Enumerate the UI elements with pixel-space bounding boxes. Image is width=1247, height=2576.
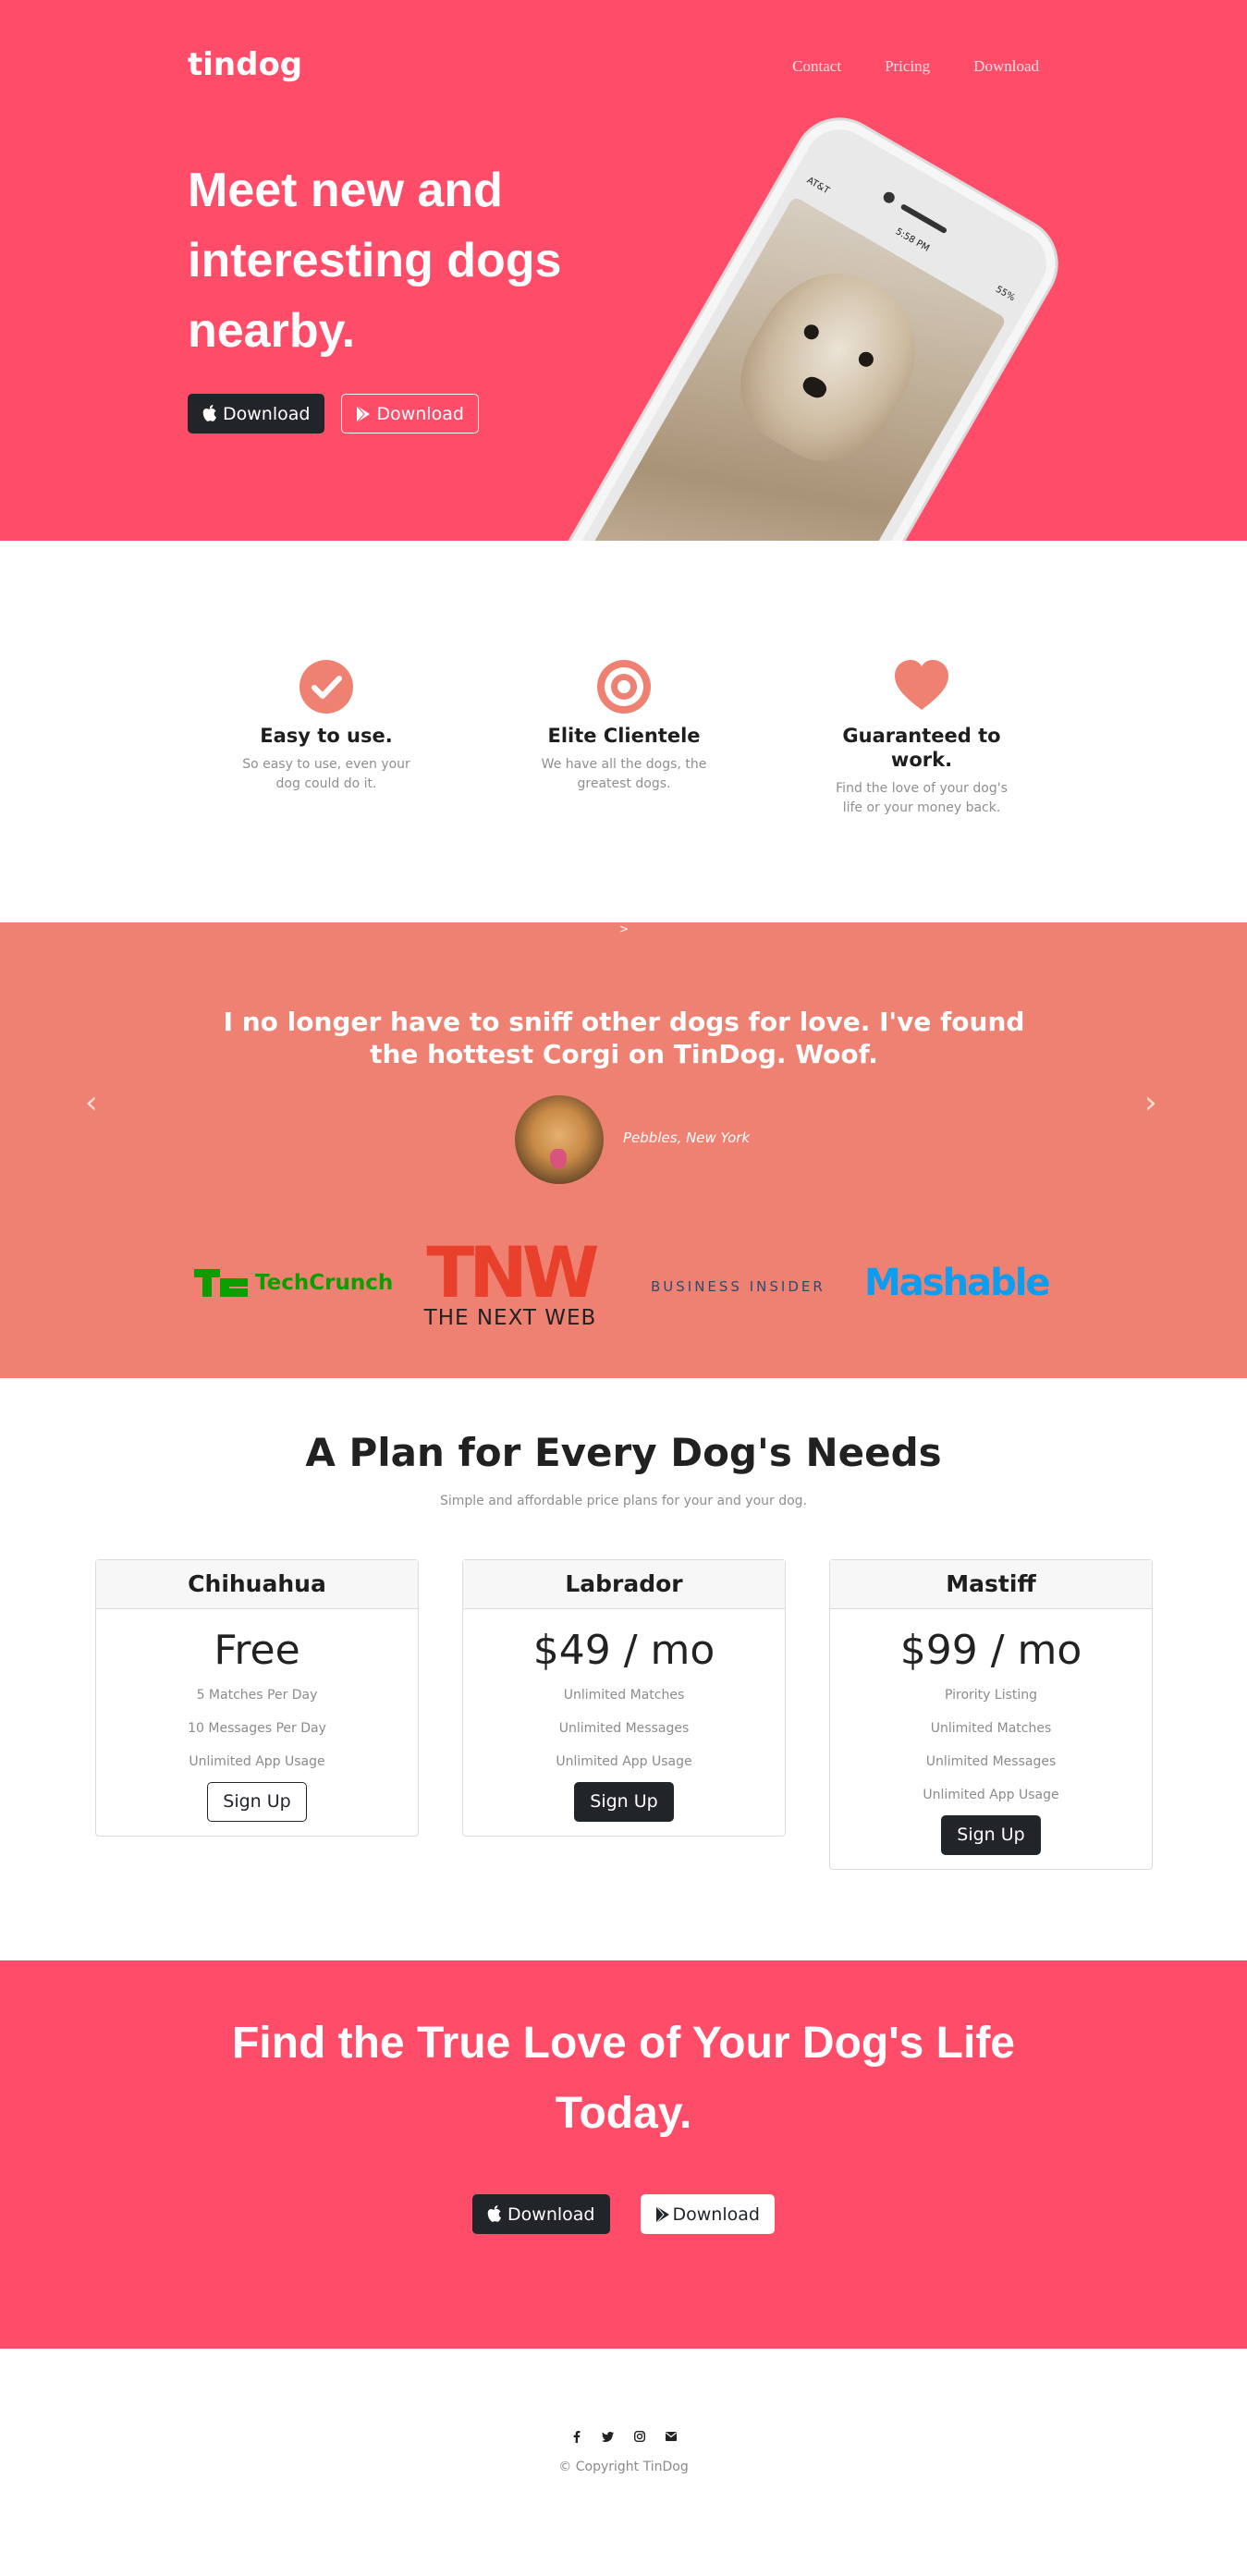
dog-nose	[800, 372, 830, 402]
plan-name: Mastiff	[830, 1560, 1152, 1609]
features-section: Easy to use. So easy to use, even your d…	[0, 541, 1247, 922]
dog-photo	[577, 196, 1008, 541]
play-download-label: Download	[376, 403, 464, 424]
pricing-card-chihuahua: Chihuahua Free 5 Matches Per Day 10 Mess…	[95, 1559, 419, 1837]
google-play-icon	[357, 405, 371, 422]
press-logos: TechCrunch TNW THE NEXT WEB BUSINESS INS…	[0, 1238, 1247, 1330]
google-play-icon	[655, 2205, 669, 2223]
testimonial-section: > ‹ › I no longer have to sniff other do…	[0, 922, 1247, 1378]
cta-section: Find the True Love of Your Dog's Life To…	[0, 1960, 1247, 2349]
dog-face	[715, 246, 944, 485]
instagram-icon[interactable]	[633, 2430, 646, 2443]
twitter-icon[interactable]	[602, 2430, 615, 2443]
testimonial-author: Pebbles, New York	[623, 1129, 751, 1146]
plan-feature: 10 Messages Per Day	[188, 1721, 326, 1736]
check-circle-icon	[300, 660, 353, 714]
phone-speaker	[899, 202, 948, 235]
hero-download-buttons: Download Download	[188, 394, 479, 433]
apple-download-button[interactable]: Download	[472, 2194, 610, 2234]
testimonial-quote: I no longer have to sniff other dogs for…	[223, 1007, 1025, 1069]
pricing-card-labrador: Labrador $49 / mo Unlimited Matches Unli…	[462, 1559, 786, 1837]
phone-camera	[881, 189, 897, 205]
pricing-title: A Plan for Every Dog's Needs	[305, 1430, 942, 1475]
business-insider-logo: BUSINESS INSIDER	[651, 1278, 825, 1295]
feature-text: So easy to use, even your dog could do i…	[242, 757, 410, 791]
social-links	[0, 2430, 1247, 2443]
carousel-next-button[interactable]: ›	[1144, 1084, 1157, 1121]
apple-icon	[202, 405, 216, 421]
feature-title: Elite Clientele	[547, 725, 701, 747]
nav-link-pricing[interactable]: Pricing	[885, 57, 930, 76]
dog-eye-right	[855, 348, 876, 370]
carousel-indicator[interactable]: >	[619, 922, 629, 935]
dog-eye-left	[801, 322, 822, 343]
feature-text: Find the love of your dog's life or your…	[836, 781, 1008, 815]
plan-feature: Unlimited App Usage	[923, 1788, 1059, 1802]
nav-link-contact[interactable]: Contact	[792, 57, 841, 76]
plan-price: $99 / mo	[899, 1627, 1082, 1674]
bullseye-icon	[597, 660, 651, 714]
sign-up-button[interactable]: Sign Up	[941, 1815, 1041, 1855]
techcrunch-text: TechCrunch	[255, 1271, 394, 1295]
carousel-prev-button[interactable]: ‹	[85, 1084, 98, 1121]
plan-price: Free	[214, 1627, 300, 1674]
envelope-icon[interactable]	[665, 2430, 678, 2443]
plan-feature: Unlimited Matches	[930, 1721, 1052, 1736]
play-download-button[interactable]: Download	[341, 394, 479, 433]
pricing-section: A Plan for Every Dog's Needs Simple and …	[0, 1378, 1247, 1960]
feature-elite: Elite Clientele We have all the dogs, th…	[518, 659, 730, 794]
play-download-button[interactable]: Download	[640, 2194, 775, 2234]
plan-feature: Unlimited App Usage	[189, 1754, 325, 1769]
apple-icon	[487, 2205, 502, 2222]
plan-name: Chihuahua	[96, 1560, 418, 1609]
techcrunch-mark-icon	[194, 1269, 248, 1297]
plan-feature: Unlimited Messages	[558, 1721, 690, 1736]
pricing-subtitle: Simple and affordable price plans for yo…	[439, 1494, 808, 1508]
plan-feature: Unlimited Messages	[925, 1754, 1057, 1769]
plan-feature: 5 Matches Per Day	[196, 1688, 318, 1703]
phone-carrier: AT&T	[804, 175, 831, 197]
feature-title: Easy to use.	[260, 725, 393, 747]
play-download-label: Download	[672, 2204, 760, 2225]
plan-feature: Unlimited Matches	[563, 1688, 685, 1703]
sign-up-button[interactable]: Sign Up	[207, 1782, 307, 1822]
phone-mockup-image: AT&T 5:58 PM 55%	[545, 104, 1072, 541]
footer: © Copyright TinDog	[0, 2349, 1247, 2548]
plan-name: Labrador	[463, 1560, 785, 1609]
apple-download-label: Download	[223, 403, 311, 424]
feature-title: Guaranteed to work.	[842, 725, 1001, 771]
phone-battery: 55%	[993, 284, 1017, 304]
cta-title: Find the True Love of Your Dog's Life To…	[231, 2019, 1015, 2138]
feature-guaranteed: Guaranteed to work. Find the love of you…	[815, 659, 1028, 818]
tnw-mark: TNW	[426, 1231, 599, 1313]
feature-text: We have all the dogs, the greatest dogs.	[541, 757, 707, 791]
avatar-tongue	[550, 1149, 567, 1169]
plan-price: $49 / mo	[532, 1627, 715, 1674]
brand-logo[interactable]: tindog	[188, 46, 302, 83]
nav-link-download[interactable]: Download	[973, 57, 1039, 76]
phone-time: 5:58 PM	[893, 226, 932, 254]
plan-feature: Pirority Listing	[944, 1688, 1038, 1703]
cta-download-buttons: Download Download	[0, 2194, 1247, 2234]
hero-title: Meet new and interesting dogs nearby.	[188, 164, 562, 358]
heart-icon	[895, 660, 948, 710]
mashable-logo: Mashable	[864, 1262, 1051, 1304]
sign-up-button[interactable]: Sign Up	[574, 1782, 674, 1822]
top-nav: Contact Pricing Download	[792, 57, 1039, 76]
techcrunch-logo: TechCrunch	[194, 1269, 393, 1297]
facebook-icon[interactable]	[570, 2430, 583, 2443]
feature-easy: Easy to use. So easy to use, even your d…	[220, 659, 433, 794]
tnw-logo: TNW THE NEXT WEB	[418, 1231, 603, 1331]
hero-section: tindog Contact Pricing Download Meet new…	[0, 0, 1247, 541]
tnw-subtext: THE NEXT WEB	[423, 1306, 597, 1330]
apple-download-label: Download	[507, 2204, 595, 2225]
dog-avatar	[515, 1095, 604, 1184]
pricing-card-mastiff: Mastiff $99 / mo Pirority Listing Unlimi…	[829, 1559, 1153, 1870]
copyright-text: © Copyright TinDog	[558, 2460, 689, 2474]
plan-feature: Unlimited App Usage	[556, 1754, 692, 1769]
apple-download-button[interactable]: Download	[188, 394, 325, 433]
